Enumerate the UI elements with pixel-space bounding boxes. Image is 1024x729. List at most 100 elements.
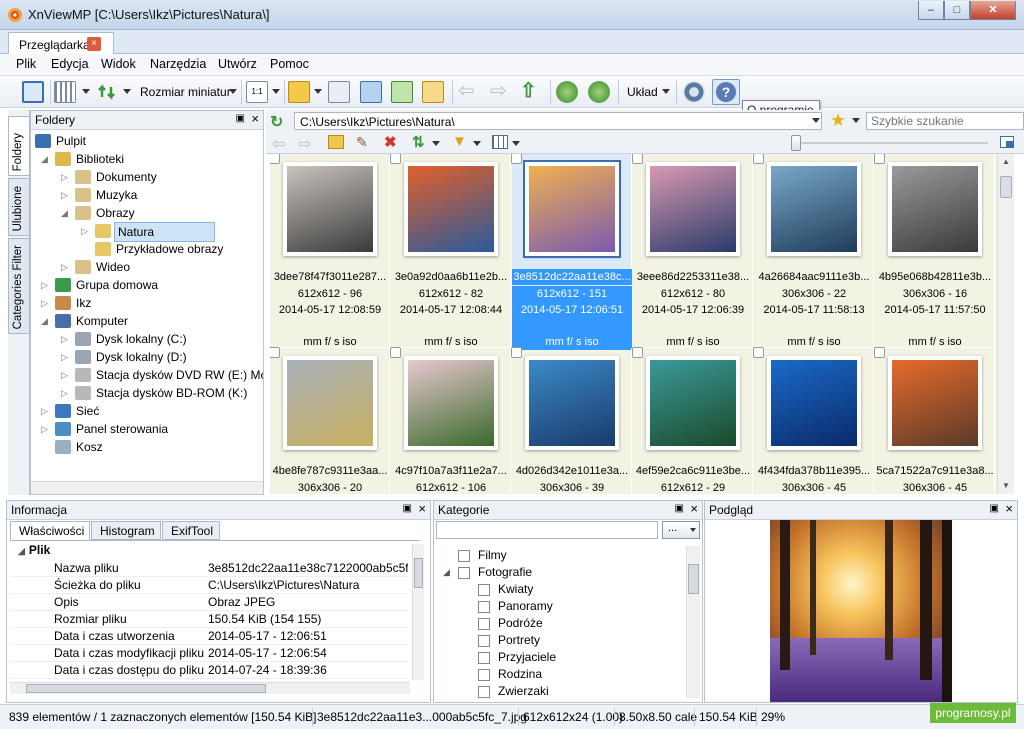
expand-arrow-icon[interactable]: ▷ (41, 420, 48, 438)
close-icon[interactable]: × (251, 111, 259, 126)
side-tab-favorites[interactable]: Ulubione (8, 178, 30, 236)
properties-scrollbar[interactable] (412, 544, 424, 680)
thumbnail-item[interactable]: 4a26684aac9111e3b... 306x306 - 22 2014-05-… (753, 154, 874, 348)
filter-dropdown-icon[interactable] (473, 141, 481, 146)
property-row[interactable]: Nazwa pliku 3e8512dc22aa11e38c7122000ab5c… (10, 560, 408, 577)
filter-icon[interactable]: ▼ (452, 133, 467, 150)
category-checkbox[interactable] (478, 618, 490, 630)
tab-browser[interactable]: Przeglądarka × (8, 32, 114, 55)
menu-view[interactable]: Widok (101, 57, 136, 71)
expand-arrow-icon[interactable]: ◢ (41, 150, 48, 168)
sort-arrows-dropdown-icon[interactable] (432, 141, 440, 146)
grid-view-dropdown-icon[interactable] (82, 89, 90, 94)
thumbnail-item[interactable]: 4c97f10a7a3f11e2a7... 612x612 - 106 (390, 347, 511, 494)
category-checkbox[interactable] (478, 601, 490, 613)
sort-arrows-icon[interactable]: ⇅ (412, 133, 425, 151)
thumbnail-checkbox[interactable] (632, 154, 643, 164)
thumb-size-button[interactable]: Rozmiar miniatur (140, 85, 231, 99)
property-row[interactable]: Data i czas modyfikacji pliku 2014-05-17 … (10, 645, 408, 662)
menu-tools[interactable]: Narzędzia (150, 57, 206, 71)
expand-arrow-icon[interactable]: ▷ (61, 348, 68, 366)
expand-arrow-icon[interactable]: ▷ (61, 366, 68, 384)
menu-create[interactable]: Utwórz (218, 57, 257, 71)
refresh-icon[interactable]: ↻ (270, 112, 283, 132)
address-field[interactable]: C:\Users\Ikz\Pictures\Natura\ (294, 112, 822, 130)
close-icon[interactable]: × (418, 501, 426, 516)
rotate-left-icon[interactable] (556, 81, 578, 103)
thumbnail-checkbox[interactable] (753, 347, 764, 358)
thumbnail-item[interactable]: 3e8512dc22aa11e38c... 612x612 - 151 2014-0… (511, 154, 632, 350)
thumbnail-item[interactable]: 4f434fda378b11e395... 306x306 - 45 (753, 347, 874, 494)
expand-arrow-icon[interactable]: ▷ (61, 330, 68, 348)
back-arrow-icon[interactable]: ⇦ (458, 81, 480, 103)
category-checkbox[interactable] (458, 567, 470, 579)
close-icon[interactable]: × (1005, 501, 1013, 516)
close-icon[interactable]: × (690, 501, 698, 516)
category-checkbox[interactable] (478, 584, 490, 596)
tab-histogram[interactable]: Histogram (91, 521, 161, 540)
actual-size-icon[interactable]: 1:1 (246, 81, 268, 103)
thumb-size-dropdown-icon[interactable] (229, 89, 237, 94)
expand-arrow-icon[interactable]: ◢ (443, 564, 450, 581)
panel-toggle-icon[interactable] (1000, 136, 1014, 148)
rotate-right-icon[interactable] (588, 81, 610, 103)
expand-arrow-icon[interactable]: ▷ (61, 384, 68, 402)
category-menu-button[interactable]: ... (662, 521, 700, 539)
slider-thumb[interactable] (791, 135, 801, 151)
close-window-button[interactable]: ✕ (970, 1, 1016, 20)
layout-dropdown-icon[interactable] (662, 89, 670, 94)
thumbnail-grid-scrollbar[interactable]: ▲ ▼ (997, 154, 1014, 494)
menu-help[interactable]: Pomoc (270, 57, 309, 71)
bookmark-dropdown-icon[interactable] (314, 89, 322, 94)
thumbnail-size-slider[interactable] (791, 133, 994, 153)
scroll-up-icon[interactable]: ▲ (999, 154, 1013, 170)
tab-close-icon[interactable]: × (87, 37, 101, 51)
pin-icon[interactable]: ▣ (236, 113, 245, 124)
property-row[interactable]: Data i czas utworzenia 2014-05-17 - 12:06… (10, 628, 408, 645)
thumbnail-checkbox[interactable] (874, 154, 885, 164)
tab-exiftool[interactable]: ExifTool (162, 521, 220, 540)
thumbnail-item[interactable]: 3dee78f47f3011e287... 612x612 - 96 2014-05… (270, 154, 390, 348)
address-dropdown-icon[interactable] (812, 118, 820, 123)
thumbnail-checkbox[interactable] (632, 347, 643, 358)
scroll-down-icon[interactable]: ▼ (999, 478, 1013, 494)
thumbnail-checkbox[interactable] (753, 154, 764, 164)
delete-icon[interactable]: ✖ (384, 133, 397, 151)
thumbnail-checkbox[interactable] (270, 154, 280, 164)
view-mode-icon[interactable] (492, 135, 508, 149)
expand-arrow-icon[interactable]: ▷ (61, 168, 68, 186)
thumbnail-checkbox[interactable] (270, 347, 280, 358)
menu-file[interactable]: Plik (16, 57, 36, 71)
property-row[interactable]: Opis Obraz JPEG (10, 594, 408, 611)
section-file[interactable]: ◢ Plik (18, 543, 50, 557)
pin-icon[interactable]: ▣ (403, 503, 412, 514)
folder-tree-hscrollbar[interactable] (31, 481, 263, 494)
up-folder-icon[interactable]: ⇧ (520, 81, 542, 103)
category-checkbox[interactable] (478, 669, 490, 681)
properties-hscrollbar[interactable] (10, 682, 410, 694)
expand-arrow-icon[interactable]: ▷ (41, 294, 48, 312)
property-row[interactable]: Data i czas dostępu do pliku 2014-07-24 -… (10, 662, 408, 679)
thumbnail-checkbox[interactable] (511, 154, 522, 164)
maximize-button[interactable]: □ (944, 1, 970, 20)
favorite-star-icon[interactable]: ★ (830, 110, 846, 131)
sort-dropdown-icon[interactable] (123, 89, 131, 94)
sort-icon[interactable] (96, 81, 118, 103)
thumbnail-item[interactable]: 4d026d342e1011e3a... 306x306 - 39 (511, 347, 632, 494)
tree-view-icon[interactable] (328, 81, 350, 103)
minimize-button[interactable]: – (918, 1, 944, 20)
quick-search-input[interactable] (866, 112, 1024, 130)
category-checkbox[interactable] (478, 652, 490, 664)
categories-scrollbar[interactable] (686, 546, 700, 698)
nav-back-icon[interactable]: ⇦ (272, 134, 285, 154)
thumbnail-item[interactable]: 4ef59e2ca6c911e3be... 612x612 - 29 (632, 347, 753, 494)
thumbnail-item[interactable]: 5ca71522a7c911e3a8... 306x306 - 45 (874, 347, 995, 494)
category-checkbox[interactable] (478, 635, 490, 647)
camera-icon[interactable] (360, 81, 382, 103)
scrollbar-thumb[interactable] (1000, 176, 1012, 198)
layout-button[interactable]: Układ (627, 85, 658, 99)
actual-size-dropdown-icon[interactable] (272, 89, 280, 94)
thumbnail-item[interactable]: 4be8fe787c9311e3aa... 306x306 - 20 (270, 347, 390, 494)
view-mode-dropdown-icon[interactable] (512, 141, 520, 146)
expand-arrow-icon[interactable]: ◢ (41, 312, 48, 330)
